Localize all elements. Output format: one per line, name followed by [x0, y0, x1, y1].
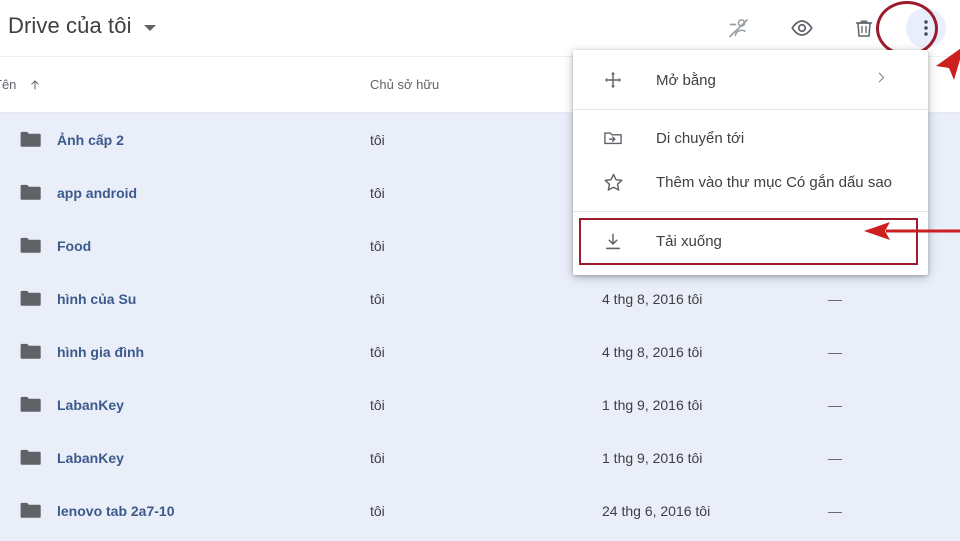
folder-icon [20, 219, 50, 272]
drive-app-window: Drive của tôi ên Chủ sở hữu Ảnh cấp 2 tô… [0, 0, 960, 541]
trash-icon[interactable] [844, 8, 884, 48]
file-owner: tôi [370, 502, 385, 519]
folder-icon [20, 484, 50, 537]
table-row[interactable]: LabanKey tôi 1 thg 9, 2016 tôi — [0, 431, 960, 484]
file-name[interactable]: Food [57, 219, 91, 272]
file-name[interactable]: hình của Su [57, 272, 136, 325]
move-arrows-icon [601, 68, 625, 92]
star-outline-icon [601, 170, 625, 194]
folder-icon [20, 272, 50, 325]
download-icon [601, 230, 625, 254]
menu-item-label: Mở bằng [656, 71, 716, 89]
file-modified: 1 thg 9, 2016 tôi [602, 449, 703, 466]
preview-eye-icon[interactable] [782, 8, 822, 48]
table-row[interactable]: lenovo tab 2a7-10 tôi 24 thg 6, 2016 tôi — [0, 484, 960, 537]
menu-item-label: Thêm vào thư mục Có gắn dấu sao [656, 173, 893, 191]
remove-person-icon[interactable] [720, 8, 760, 48]
file-name[interactable]: hình gia đình [57, 325, 144, 378]
menu-item-add-to-starred[interactable]: Thêm vào thư mục Có gắn dấu sao [573, 160, 928, 204]
caret-down-icon[interactable] [143, 25, 156, 31]
context-menu: Mở bằng Di chuyển tới Thêm vào thư mục C… [573, 50, 928, 275]
menu-item-label: Di chuyển tới [656, 129, 745, 147]
file-name[interactable]: Ảnh cấp 2 [57, 113, 124, 166]
file-name[interactable]: LabanKey [57, 378, 124, 431]
arrow-up-icon[interactable] [28, 78, 42, 92]
file-owner: tôi [370, 396, 385, 413]
file-owner: tôi [370, 131, 385, 148]
table-row[interactable]: hình của Su tôi 4 thg 8, 2016 tôi — [0, 272, 960, 325]
file-size: — [828, 449, 842, 466]
file-name[interactable]: LabanKey [57, 431, 124, 484]
page-title: Drive của tôi [8, 13, 132, 38]
file-owner: tôi [370, 343, 385, 360]
menu-item-label: Tải xuống [656, 233, 722, 250]
file-size: — [828, 396, 842, 413]
menu-separator [573, 211, 928, 212]
folder-icon [20, 378, 50, 431]
file-size: — [828, 290, 842, 307]
file-modified: 4 thg 8, 2016 tôi [602, 290, 703, 307]
move-to-folder-icon [601, 126, 625, 150]
drive-location-selector[interactable]: Drive của tôi [8, 10, 156, 42]
file-name[interactable]: app android [57, 166, 137, 219]
folder-icon [20, 166, 50, 219]
top-bar: Drive của tôi [0, 0, 960, 57]
file-size: — [828, 343, 842, 360]
folder-icon [20, 325, 50, 378]
file-name[interactable]: lenovo tab 2a7-10 [57, 484, 175, 537]
file-modified: 24 thg 6, 2016 tôi [602, 502, 711, 519]
more-menu-pointer-arrow [930, 40, 960, 90]
file-modified: 4 thg 8, 2016 tôi [602, 343, 703, 360]
folder-icon [20, 431, 50, 484]
menu-separator [573, 109, 928, 110]
file-owner: tôi [370, 184, 385, 201]
column-header-name-label: Tên [0, 77, 17, 92]
download-pointer-arrow [862, 221, 960, 241]
file-owner: tôi [370, 237, 385, 254]
top-toolbar [720, 8, 946, 48]
chevron-right-icon [874, 71, 888, 90]
file-modified: 1 thg 9, 2016 tôi [602, 396, 703, 413]
file-owner: tôi [370, 449, 385, 466]
menu-item-move-to[interactable]: Di chuyển tới [573, 116, 928, 160]
column-header-name[interactable]: Tên [0, 77, 42, 92]
table-row[interactable]: LabanKey tôi 1 thg 9, 2016 tôi — [0, 378, 960, 431]
menu-item-open-with[interactable]: Mở bằng [573, 58, 928, 102]
file-owner: tôi [370, 290, 385, 307]
table-row[interactable]: hình gia đình tôi 4 thg 8, 2016 tôi — [0, 325, 960, 378]
column-header-owner[interactable]: Chủ sở hữu [370, 77, 439, 92]
folder-icon [20, 113, 50, 166]
file-size: — [828, 502, 842, 519]
